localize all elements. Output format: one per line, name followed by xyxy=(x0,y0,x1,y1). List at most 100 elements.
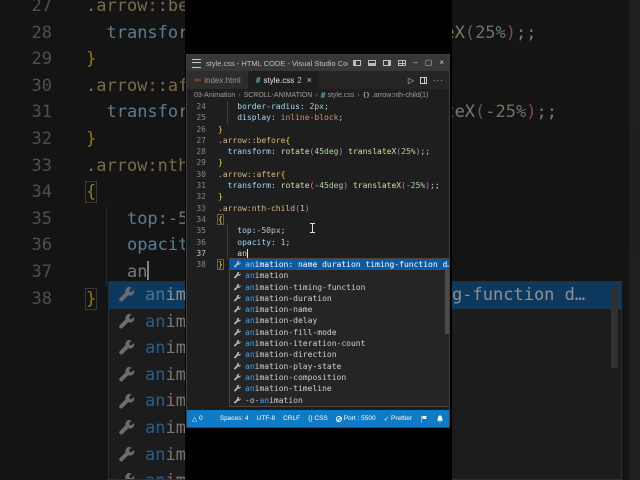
code-line-35[interactable]: 35 top:-50px; xyxy=(187,225,449,237)
code-line-33[interactable]: 33 .arrow:nth-child(1) xyxy=(187,203,449,214)
maximize-icon[interactable]: ▢ xyxy=(425,55,433,71)
suggest-item-1[interactable]: animation xyxy=(230,270,449,281)
split-editor-icon[interactable] xyxy=(420,76,427,84)
layout-sidebar-left-icon[interactable] xyxy=(353,60,362,66)
line-text: top:-50px; xyxy=(206,225,285,237)
live-server-port[interactable]: Port : 5500 xyxy=(335,415,376,422)
symbol-class-icon: {} xyxy=(362,91,370,99)
breadcrumb-file[interactable]: # style.css xyxy=(321,91,355,100)
line-number: 28 xyxy=(31,22,52,43)
line-number: 35 xyxy=(31,208,52,229)
foreground-strip: style.css - HTML CODE - Visual Studio Co… xyxy=(185,0,452,480)
suggest-item-11[interactable]: animation-timeline xyxy=(230,383,449,394)
suggest-item-10[interactable]: animation-composition xyxy=(230,372,449,383)
wrench-icon xyxy=(119,420,135,435)
wrench-icon xyxy=(119,367,135,382)
suggest-item-12[interactable]: -o-animation xyxy=(230,395,449,406)
tab-index-html[interactable]: <> index.html xyxy=(187,71,249,89)
css-file-icon: # xyxy=(320,90,326,100)
editor-actions: ▷ ··· xyxy=(408,71,444,89)
breadcrumb-folder[interactable]: SCROLL-ANIMATION xyxy=(244,92,313,99)
check-icon: ✓ xyxy=(383,415,390,423)
suggest-scrollbar[interactable] xyxy=(445,270,449,334)
bg-suggest-scrollbar xyxy=(611,288,618,368)
suggest-item-8[interactable]: animation-direction xyxy=(230,349,449,360)
code-line-24[interactable]: 24 border-radius: 2px; xyxy=(187,101,449,113)
css-file-icon: # xyxy=(255,75,261,85)
suggest-item-label: animation-timing-function xyxy=(245,282,366,292)
suggest-item-label: animation-name xyxy=(245,305,313,315)
status-left: △ 0 xyxy=(192,415,203,423)
indentation-indicator[interactable]: Spaces: 4 xyxy=(220,415,249,422)
line-text: .arrow::before{ xyxy=(218,135,291,145)
line-text: opacity: 1; xyxy=(206,236,290,249)
customize-layout-icon[interactable] xyxy=(398,60,407,66)
breadcrumb-folder[interactable]: 03-Animation xyxy=(194,92,235,99)
more-actions-icon[interactable]: ··· xyxy=(433,76,444,85)
menu-icon[interactable] xyxy=(192,58,201,68)
wrench-icon xyxy=(119,393,135,409)
line-text: border-radius: 2px; xyxy=(206,101,329,113)
code-line-30[interactable]: 30 .arrow::after{ xyxy=(187,169,449,180)
line-text: } xyxy=(86,128,97,149)
line-text: } xyxy=(218,192,223,202)
suggest-item-label: animation-composition xyxy=(245,372,347,382)
breadcrumb-separator: › xyxy=(315,91,318,99)
line-number: 29 xyxy=(196,158,206,168)
suggest-item-6[interactable]: animation-fill-mode xyxy=(230,327,449,338)
problems-indicator[interactable]: △ 0 xyxy=(192,415,203,423)
breadcrumb-symbol[interactable]: {} .arrow:nth-child(1) xyxy=(363,92,429,99)
suggest-item-7[interactable]: animation-iteration-count xyxy=(230,338,449,349)
line-text: .arrow::after{ xyxy=(218,169,286,179)
suggest-item-5[interactable]: animation-delay xyxy=(230,315,449,326)
tab-label: index.html xyxy=(204,75,241,85)
tab-close-icon[interactable]: × xyxy=(307,75,312,85)
encoding-indicator[interactable]: UTF-8 xyxy=(257,415,275,422)
code-line-25[interactable]: 25 display: inline-block; xyxy=(187,112,449,124)
code-line-34[interactable]: 34 { xyxy=(187,213,449,225)
line-number: 34 xyxy=(196,214,206,224)
line-number: 37 xyxy=(196,248,206,258)
wrench-icon xyxy=(234,317,241,324)
wrench-icon xyxy=(234,295,241,302)
warning-icon: △ xyxy=(192,415,197,423)
suggest-item-9[interactable]: animation-play-state xyxy=(230,361,449,372)
status-item-label: UTF-8 xyxy=(256,415,276,422)
code-line-32[interactable]: 32} xyxy=(187,191,449,202)
code-line-26[interactable]: 26} xyxy=(187,124,449,135)
prettier-indicator[interactable]: ✓ Prettier xyxy=(384,415,412,423)
layout-sidebar-right-icon[interactable] xyxy=(383,60,392,66)
code-line-36[interactable]: 36 opacity: 1; xyxy=(187,236,449,249)
suggest-item-2[interactable]: animation-timing-function xyxy=(230,282,449,293)
status-item-label: CRLF xyxy=(283,415,301,422)
eol-indicator[interactable]: CRLF xyxy=(283,415,300,422)
tab-bar: <> index.html # style.css 2 × ▷ ··· xyxy=(187,71,449,89)
line-text: display: inline-block; xyxy=(206,112,343,124)
code-line-31[interactable]: 31 transform: rotate(-45deg) translateX(… xyxy=(187,180,449,191)
line-number: 31 xyxy=(31,102,52,123)
tab-style-css[interactable]: # style.css 2 × xyxy=(248,71,319,89)
wrench-icon xyxy=(119,446,135,462)
wrench-icon xyxy=(125,473,135,479)
suggest-item-4[interactable]: animation-name xyxy=(230,304,449,315)
suggest-item-3[interactable]: animation-duration xyxy=(230,293,449,304)
suggest-item-label: animation-fill-mode xyxy=(245,327,337,337)
line-text: .arrow:nth-child(1) xyxy=(218,203,310,213)
line-text: } xyxy=(217,259,224,271)
line-text: } xyxy=(84,287,98,310)
code-line-27[interactable]: 27 .arrow::before{ xyxy=(187,135,449,146)
line-number: 26 xyxy=(196,124,206,134)
tab-problems-badge: 2 xyxy=(297,75,302,85)
feedback-icon[interactable] xyxy=(420,415,428,423)
suggest-item-0[interactable]: animation: name duration timing-function… xyxy=(230,259,449,271)
close-icon[interactable]: × xyxy=(439,55,444,71)
status-item-label: CSS xyxy=(314,415,328,422)
code-line-29[interactable]: 29} xyxy=(187,157,449,168)
layout-panel-icon[interactable] xyxy=(368,60,377,66)
language-indicator[interactable]: {} CSS xyxy=(308,415,328,422)
notifications-bell-icon[interactable] xyxy=(436,414,444,423)
run-preview-icon[interactable]: ▷ xyxy=(408,76,414,85)
code-line-28[interactable]: 28 transform: rotate(45deg) translateX(2… xyxy=(187,146,449,157)
line-number: 33 xyxy=(31,155,52,176)
minimize-icon[interactable]: – xyxy=(413,55,417,71)
